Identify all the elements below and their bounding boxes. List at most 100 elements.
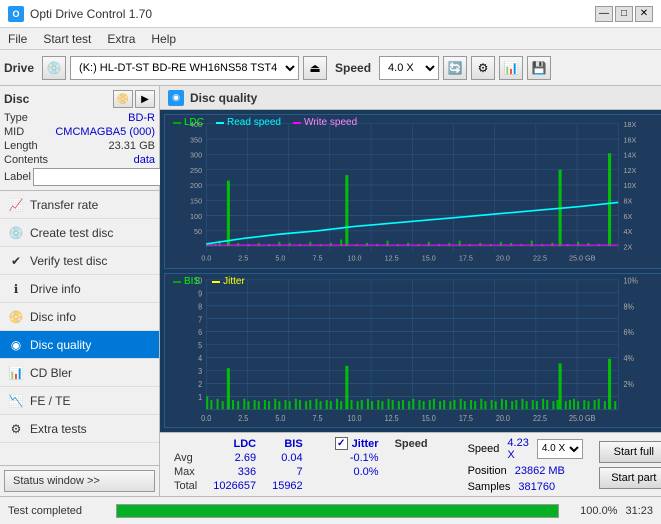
jitter-col-header: ✓ Jitter [327, 436, 387, 451]
close-button[interactable]: ✕ [635, 6, 653, 22]
svg-text:2%: 2% [623, 380, 634, 390]
label-input[interactable] [33, 168, 171, 186]
progress-bar [116, 504, 559, 518]
toolbar: Drive 💿 (K:) HL-DT-ST BD-RE WH16NS58 TST… [0, 50, 661, 86]
export-button[interactable]: 📊 [499, 56, 523, 80]
svg-text:10%: 10% [623, 276, 638, 286]
eject-button[interactable]: ⏏ [303, 56, 327, 80]
status-window-btn[interactable]: Status window >> [4, 470, 155, 492]
avg-jitter: -0.1% [327, 451, 387, 465]
app-icon: O [8, 6, 24, 22]
content-area: ◉ Disc quality LDC Read speed [160, 86, 661, 496]
statusbar: Test completed 100.0% 31:23 [0, 496, 661, 524]
start-full-button[interactable]: Start full [599, 441, 661, 463]
length-value: 23.31 GB [109, 140, 155, 152]
save-button[interactable]: 💾 [527, 56, 551, 80]
menu-start-test[interactable]: Start test [35, 30, 99, 48]
svg-text:7.5: 7.5 [312, 253, 322, 262]
disc-icon2[interactable]: ▶ [135, 90, 155, 108]
maximize-button[interactable]: □ [615, 6, 633, 22]
progress-percent: 100.0% [567, 505, 617, 517]
svg-text:18X: 18X [623, 120, 636, 129]
svg-text:22.5: 22.5 [533, 253, 547, 262]
max-ldc: 336 [205, 465, 264, 479]
nav-disc-info[interactable]: 📀 Disc info [0, 303, 159, 331]
ldc-chart: LDC Read speed Write speed [164, 114, 661, 269]
nav-items: 📈 Transfer rate 💿 Create test disc ✔ Ver… [0, 191, 159, 465]
svg-text:6X: 6X [623, 212, 632, 221]
bis-chart: BIS Jitter [164, 273, 661, 428]
svg-text:2.5: 2.5 [238, 253, 248, 262]
svg-text:0.0: 0.0 [201, 253, 211, 262]
avg-ldc: 2.69 [205, 451, 264, 465]
menubar: File Start test Extra Help [0, 28, 661, 50]
svg-text:2X: 2X [623, 242, 632, 251]
svg-text:25.0 GB: 25.0 GB [569, 414, 595, 424]
svg-text:25.0 GB: 25.0 GB [569, 253, 595, 262]
disc-section: Disc 📀 ▶ Type BD-R MID CMCMAGBA5 (000) L… [0, 86, 159, 191]
svg-text:2: 2 [198, 380, 202, 390]
settings-button[interactable]: ⚙ [471, 56, 495, 80]
svg-text:12.5: 12.5 [385, 414, 399, 424]
nav-cd-bler[interactable]: 📊 CD Bler [0, 359, 159, 387]
nav-create-test-disc[interactable]: 💿 Create test disc [0, 219, 159, 247]
elapsed-time: 31:23 [625, 505, 653, 517]
speed-select[interactable]: 4.0 X [379, 56, 439, 80]
svg-text:6: 6 [198, 328, 202, 338]
position-val: 23862 MB [515, 465, 565, 477]
svg-text:7: 7 [198, 315, 202, 325]
app-title: Opti Drive Control 1.70 [30, 7, 152, 21]
mid-value: CMCMAGBA5 (000) [55, 126, 155, 138]
nav-extra-tests[interactable]: ⚙ Extra tests [0, 415, 159, 443]
nav-transfer-rate[interactable]: 📈 Transfer rate [0, 191, 159, 219]
svg-text:7.5: 7.5 [312, 414, 322, 424]
start-part-button[interactable]: Start part [599, 467, 661, 489]
menu-file[interactable]: File [0, 30, 35, 48]
speed-selector[interactable]: 4.0 X [537, 439, 583, 459]
contents-value: data [134, 154, 155, 166]
drive-icon-btn[interactable]: 💿 [42, 56, 66, 80]
menu-extra[interactable]: Extra [99, 30, 143, 48]
right-stats: Speed 4.23 X 4.0 X Position 23862 MB Sam… [468, 437, 583, 493]
total-bis: 15962 [264, 479, 311, 493]
stats-table: LDC BIS ✓ Jitter Speed [166, 436, 452, 493]
progress-bar-fill [117, 505, 558, 517]
avg-bis: 0.04 [264, 451, 311, 465]
menu-help[interactable]: Help [143, 30, 184, 48]
position-row: Position 23862 MB [468, 465, 583, 477]
svg-text:200: 200 [190, 181, 202, 190]
jitter-checkbox[interactable]: ✓ [335, 437, 348, 450]
drive-select[interactable]: (K:) HL-DT-ST BD-RE WH16NS58 TST4 [70, 56, 299, 80]
svg-text:10.0: 10.0 [348, 253, 362, 262]
svg-text:150: 150 [190, 196, 202, 205]
refresh-button[interactable]: 🔄 [443, 56, 467, 80]
nav-verify-test-disc[interactable]: ✔ Verify test disc [0, 247, 159, 275]
speed-info-row: Speed 4.23 X 4.0 X [468, 437, 583, 461]
svg-text:17.5: 17.5 [459, 414, 473, 424]
total-label: Total [166, 479, 205, 493]
titlebar: O Opti Drive Control 1.70 — □ ✕ [0, 0, 661, 28]
svg-text:10X: 10X [623, 181, 636, 190]
type-value: BD-R [128, 112, 155, 124]
svg-text:4: 4 [198, 354, 203, 364]
max-label: Max [166, 465, 205, 479]
svg-text:15.0: 15.0 [422, 414, 436, 424]
minimize-button[interactable]: — [595, 6, 613, 22]
svg-text:300: 300 [190, 150, 202, 159]
svg-text:3: 3 [198, 367, 202, 377]
svg-text:8: 8 [198, 302, 202, 312]
svg-text:15.0: 15.0 [422, 253, 436, 262]
disc-quality-icon: ◉ [168, 90, 184, 106]
bis-col-header: BIS [264, 436, 311, 451]
svg-text:4%: 4% [623, 354, 634, 364]
nav-disc-quality[interactable]: ◉ Disc quality [0, 331, 159, 359]
svg-text:100: 100 [190, 212, 202, 221]
mid-label: MID [4, 126, 24, 138]
nav-fe-te[interactable]: 📉 FE / TE [0, 387, 159, 415]
svg-text:5: 5 [198, 341, 202, 351]
nav-drive-info[interactable]: ℹ Drive info [0, 275, 159, 303]
action-buttons: Start full Start part [599, 441, 661, 489]
svg-text:5.0: 5.0 [275, 253, 285, 262]
disc-icon1[interactable]: 📀 [113, 90, 133, 108]
svg-text:0.0: 0.0 [201, 414, 211, 424]
